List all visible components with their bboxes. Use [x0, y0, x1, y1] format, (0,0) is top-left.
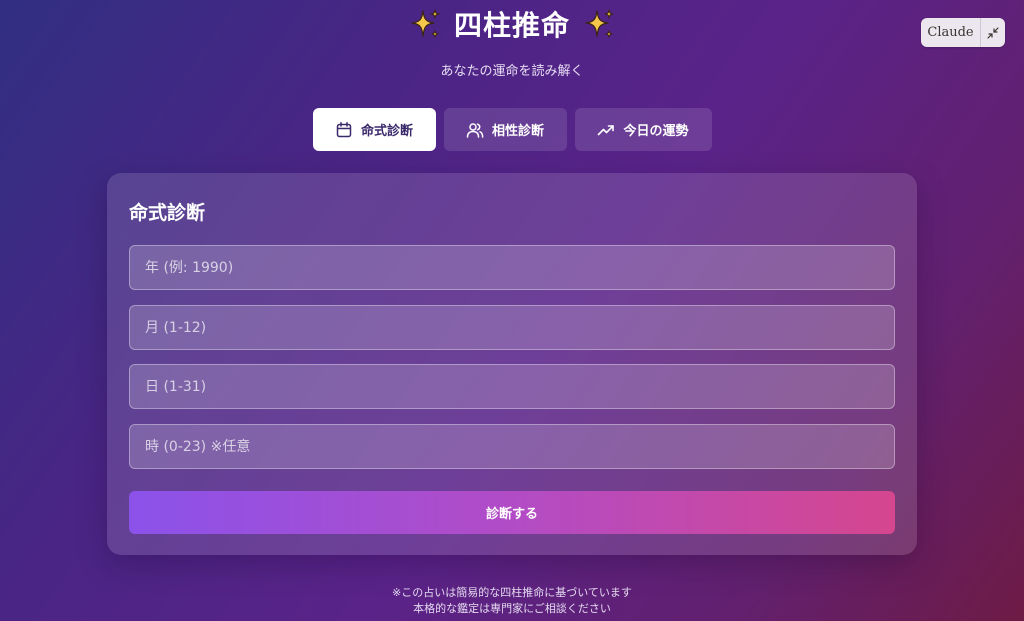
claude-chip[interactable]: Claude [921, 18, 1005, 47]
diagnose-button[interactable]: 診断する [129, 491, 895, 534]
diagnosis-card: 命式診断 診断する [107, 173, 917, 555]
page-subtitle: あなたの運命を読み解く [440, 64, 584, 79]
month-input[interactable] [129, 305, 895, 350]
sparkles-icon [408, 7, 442, 41]
year-input[interactable] [129, 245, 895, 290]
tab-label: 相性診断 [491, 124, 544, 139]
tab-label: 命式診断 [360, 124, 413, 139]
sparkles-icon [582, 7, 616, 41]
disclaimer-line-1: ※この占いは簡易的な四柱推命に基づいています [392, 586, 632, 599]
minimize-icon[interactable] [981, 18, 1005, 47]
claude-chip-label[interactable]: Claude [921, 18, 981, 47]
title-row: 四柱推命 [0, 4, 1024, 44]
day-input[interactable] [129, 364, 895, 409]
trending-up-icon [597, 121, 615, 139]
tab-daily-fortune[interactable]: 今日の運勢 [574, 108, 712, 151]
page-header: 四柱推命 あなたの運命を読み解く [0, 4, 1024, 79]
page-title: 四柱推命 [453, 9, 570, 42]
tab-bar: 命式診断 相性診断 今日の運勢 [0, 108, 1024, 151]
tab-meishiki[interactable]: 命式診断 [312, 108, 436, 151]
calendar-icon [335, 121, 353, 139]
card-title: 命式診断 [129, 202, 206, 224]
users-icon [466, 121, 484, 139]
tab-label: 今日の運勢 [623, 124, 689, 139]
tab-compatibility[interactable]: 相性診断 [443, 108, 567, 151]
hour-input[interactable] [129, 424, 895, 469]
disclaimer-line-2: 本格的な鑑定は専門家にご相談ください [413, 602, 611, 615]
disclaimer: ※この占いは簡易的な四柱推命に基づいています 本格的な鑑定は専門家にご相談くださ… [0, 585, 1024, 617]
